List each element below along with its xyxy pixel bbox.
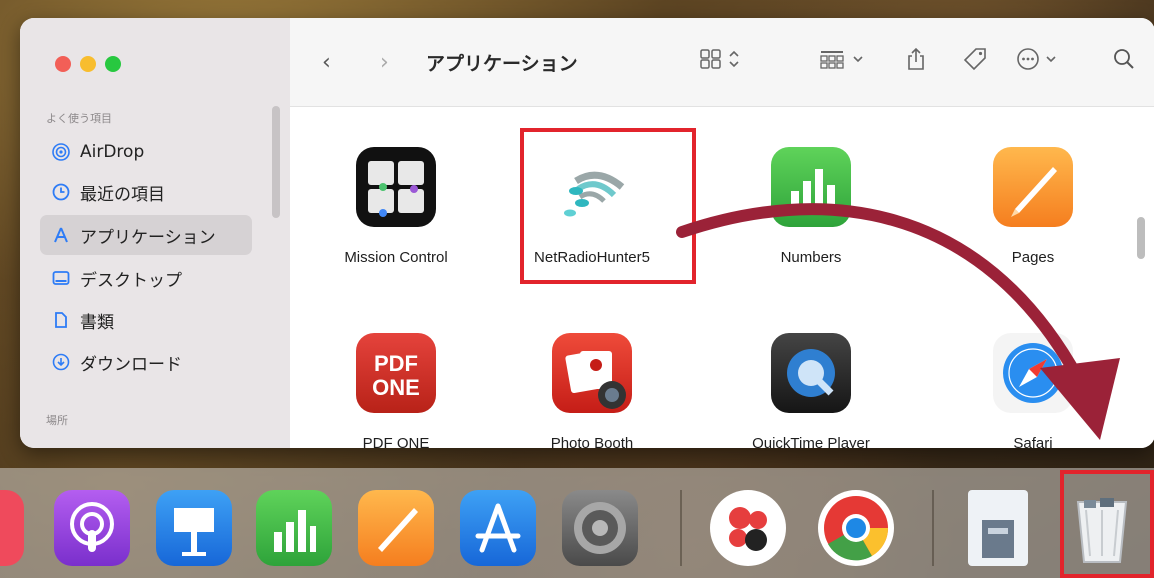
arrow-shaft — [676, 203, 1084, 384]
drag-arrow — [676, 203, 1120, 440]
arrowhead-icon — [1040, 358, 1120, 440]
